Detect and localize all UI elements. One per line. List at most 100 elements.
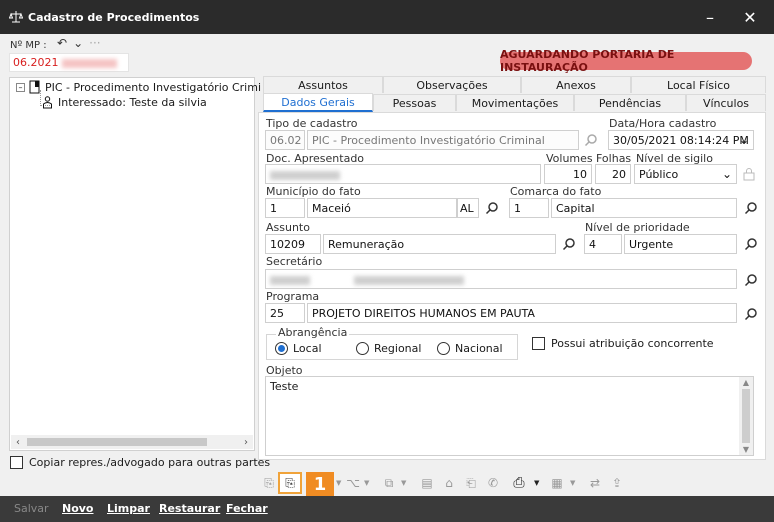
objeto-value: Teste — [270, 380, 299, 393]
close-form-button[interactable]: Fechar — [226, 502, 268, 515]
scroll-up-icon[interactable]: ▲ — [739, 378, 753, 387]
tab-dados-gerais[interactable]: Dados Gerais — [263, 93, 373, 112]
checkbox[interactable] — [10, 456, 23, 469]
phone-icon[interactable]: ✆ — [484, 474, 502, 492]
volumes-field[interactable]: 10 — [544, 164, 592, 184]
comarca-code-field[interactable]: 1 — [509, 198, 549, 218]
assunto-name-field[interactable]: Remuneração — [323, 234, 556, 254]
checkbox[interactable] — [532, 337, 545, 350]
tipo-code-field[interactable]: 06.02 — [265, 130, 305, 150]
search-icon[interactable] — [744, 273, 758, 287]
scrollbar-thumb[interactable] — [27, 438, 207, 446]
radio-button[interactable] — [275, 342, 288, 355]
datahora-label: Data/Hora cadastro — [609, 117, 717, 130]
calendar-icon[interactable]: ▦ — [548, 474, 566, 492]
chevron-down-icon[interactable]: ▼ — [534, 479, 539, 487]
assunto-label: Assunto — [266, 221, 310, 234]
scrollbar-thumb[interactable] — [742, 389, 750, 443]
radio-button[interactable] — [437, 342, 450, 355]
save-button[interactable]: Salvar — [14, 502, 49, 515]
folhas-field[interactable]: 20 — [595, 164, 631, 184]
close-button[interactable]: ✕ — [730, 0, 770, 34]
radio-regional[interactable]: Regional — [356, 342, 421, 355]
clear-button[interactable]: Limpar — [107, 502, 150, 515]
tab-observacoes[interactable]: Observações — [383, 76, 521, 93]
radio-button[interactable] — [356, 342, 369, 355]
vertical-scrollbar[interactable]: ▲ ▼ — [739, 377, 753, 455]
export-icon[interactable]: ⇪ — [608, 474, 626, 492]
tipo-label: Tipo de cadastro — [266, 117, 358, 130]
secretario-field[interactable] — [265, 269, 737, 289]
more-icon[interactable]: ··· — [89, 36, 100, 50]
paste-icon[interactable]: ⎘ — [278, 472, 302, 494]
mp-number-field[interactable]: 06.2021 — [9, 53, 129, 72]
sigilo-select[interactable]: Público ⌄ — [634, 164, 737, 184]
document-icon — [29, 80, 40, 94]
new-button[interactable]: Novo — [62, 502, 94, 515]
tab-assuntos[interactable]: Assuntos — [263, 76, 383, 93]
doc-field[interactable] — [265, 164, 541, 184]
procedure-tree[interactable]: – PIC - Procedimento Investigatório Crim… — [9, 77, 261, 451]
documents-icon[interactable]: ⧉ — [380, 474, 398, 492]
objeto-textarea[interactable]: Teste ▲ ▼ — [265, 376, 754, 456]
municipio-code-field[interactable]: 1 — [265, 198, 305, 218]
copy-representatives-checkbox[interactable]: Copiar repres./advogado para outras part… — [10, 456, 270, 469]
tree-item-procedure[interactable]: – PIC - Procedimento Investigatório Crim… — [16, 80, 261, 94]
tab-movimentacoes[interactable]: Movimentações — [456, 94, 574, 111]
search-icon[interactable] — [562, 237, 576, 251]
chevron-down-icon[interactable]: ⌄ — [73, 36, 83, 50]
tab-vinculos[interactable]: Vínculos — [686, 94, 766, 111]
tab-local-fisico[interactable]: Local Físico — [631, 76, 766, 93]
clipboard-icon[interactable]: ⎗ — [462, 474, 480, 492]
radio-label: Nacional — [455, 342, 503, 355]
programa-name-field[interactable]: PROJETO DIREITOS HUMANOS EM PAUTA — [307, 303, 737, 323]
tab-pendencias[interactable]: Pendências — [574, 94, 686, 111]
prioridade-name-field[interactable]: Urgente — [624, 234, 737, 254]
copy-icon[interactable]: ⎘ — [260, 474, 278, 492]
chevron-down-icon[interactable]: ▼ — [570, 479, 575, 487]
datahora-value: 30/05/2021 08:14:24 PM — [613, 134, 749, 147]
municipio-name-field[interactable]: Maceió — [307, 198, 457, 218]
chevron-down-icon[interactable]: ⌄ — [739, 133, 749, 147]
concorrente-checkbox[interactable]: Possui atribuição concorrente — [532, 337, 714, 350]
restore-button[interactable]: Restaurar — [159, 502, 220, 515]
assunto-code-field[interactable]: 10209 — [265, 234, 321, 254]
transfer-icon[interactable]: ⇄ — [586, 474, 604, 492]
dados-gerais-form: Tipo de cadastro 06.02 PIC - Procediment… — [258, 112, 766, 460]
scroll-left-icon[interactable]: ‹ — [11, 437, 25, 448]
search-icon[interactable] — [584, 133, 598, 147]
minimize-button[interactable]: – — [690, 0, 730, 34]
radio-local[interactable]: Local — [275, 342, 322, 355]
tab-pessoas[interactable]: Pessoas — [373, 94, 456, 111]
scroll-down-icon[interactable]: ▼ — [739, 445, 753, 454]
chevron-down-icon[interactable]: ▼ — [401, 479, 406, 487]
folder-icon[interactable]: ⌂ — [440, 474, 458, 492]
chevron-down-icon[interactable]: ▼ — [364, 479, 369, 487]
scroll-right-icon[interactable]: › — [239, 437, 253, 448]
tab-anexos[interactable]: Anexos — [521, 76, 631, 93]
search-icon[interactable] — [744, 307, 758, 321]
search-icon[interactable] — [744, 237, 758, 251]
datahora-field[interactable]: 30/05/2021 08:14:24 PM ⌄ — [608, 130, 754, 150]
tab-label: Movimentações — [471, 96, 559, 110]
horizontal-scrollbar[interactable]: ‹ › — [11, 435, 253, 449]
print-list-icon[interactable]: ▤ — [418, 474, 436, 492]
chevron-down-icon[interactable]: ▼ — [336, 479, 341, 487]
abrangencia-label: Abrangência — [276, 326, 350, 339]
collapse-icon[interactable]: – — [16, 82, 25, 92]
tree-item-interessado[interactable]: Interessado: Teste da silvia — [42, 96, 207, 109]
search-icon[interactable] — [744, 201, 758, 215]
redacted-text — [61, 58, 117, 68]
uf-field[interactable]: AL — [457, 198, 479, 218]
printer-icon[interactable]: ⎙ — [510, 474, 528, 492]
chevron-down-icon[interactable]: ⌄ — [722, 167, 732, 181]
radio-nacional[interactable]: Nacional — [437, 342, 503, 355]
hierarchy-icon[interactable]: ⌥ — [344, 474, 362, 492]
undo-icon[interactable]: ↶ — [57, 36, 67, 50]
programa-code-field[interactable]: 25 — [265, 303, 305, 323]
mp-label: Nº MP : — [10, 40, 47, 51]
prioridade-code-field[interactable]: 4 — [584, 234, 622, 254]
comarca-name-field[interactable]: Capital — [551, 198, 737, 218]
search-icon[interactable] — [485, 201, 499, 215]
tipo-desc-field[interactable]: PIC - Procedimento Investigatório Crimin… — [307, 130, 579, 150]
